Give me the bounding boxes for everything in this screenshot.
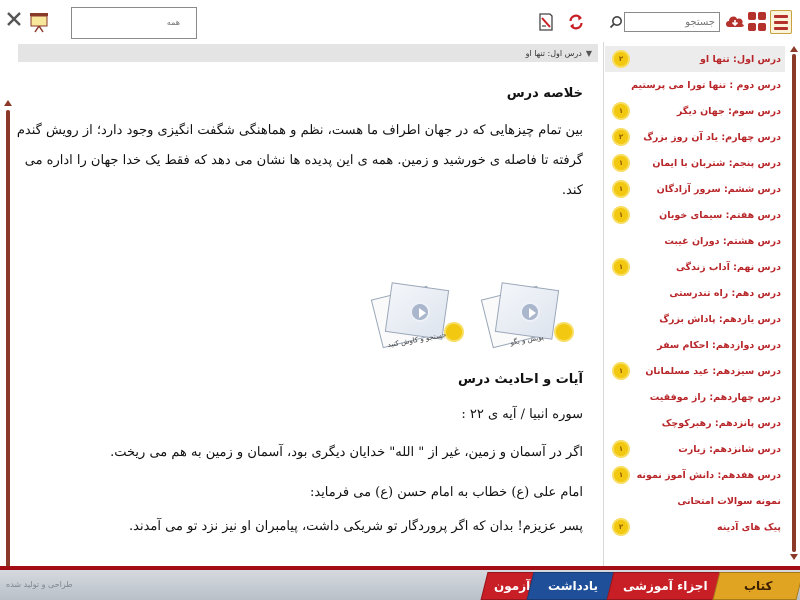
lesson-title: درس هفدهم: دانش آموز نمونه: [636, 469, 781, 481]
lesson-item[interactable]: درس شانزدهم: زیارت ۱: [605, 436, 785, 462]
apps-grid-icon[interactable]: [748, 11, 766, 31]
lesson-content-pane: ▼ درس اول: تنها او خلاصه درس بین تمام چی…: [0, 42, 604, 600]
tab-learning-parts[interactable]: اجزاء آموزشی: [606, 572, 724, 600]
search-icon[interactable]: [608, 13, 624, 31]
sun-badge-icon: ۱: [614, 468, 628, 482]
lesson-title: درس پانزدهم: رهبرکوچک: [661, 417, 781, 429]
lesson-item[interactable]: درس اول: تنها او ۲: [605, 46, 785, 72]
lesson-title: پیک های آدینه: [717, 521, 781, 533]
tab-book[interactable]: کتاب: [712, 572, 800, 600]
tab-notes[interactable]: یادداشت: [526, 572, 620, 600]
play-icon: [520, 302, 540, 322]
lesson-item[interactable]: درس دوم : تنها تورا می پرستیم: [605, 72, 785, 98]
sun-badge-icon: ۱: [614, 364, 628, 378]
lesson-title: درس هفتم: سیمای خوبان: [659, 209, 781, 221]
lesson-title: درس سیزدهم: عید مسلمانان: [645, 365, 781, 377]
hadith-intro: امام علی (ع) خطاب به امام حسن (ع) می فرم…: [309, 485, 583, 500]
verses-title: آیات و احادیث درس: [457, 372, 583, 387]
breadcrumb[interactable]: ▼ درس اول: تنها او: [18, 44, 598, 62]
close-icon[interactable]: [6, 10, 22, 28]
lesson-title: درس سوم: جهان دیگر: [676, 105, 781, 117]
lesson-item[interactable]: درس دهم: راه تندرستی: [605, 280, 785, 306]
summary-text: بین تمام چیزهایی که در جهان اطراف ما هست…: [16, 123, 583, 198]
lesson-title: درس دهم: راه تندرستی: [669, 287, 781, 299]
tab-book-label: کتاب: [743, 579, 773, 593]
lesson-item[interactable]: درس سیزدهم: عید مسلمانان ۱: [605, 358, 785, 384]
lesson-title: درس شانزدهم: زیارت: [678, 443, 781, 455]
bottom-stripe: [0, 566, 800, 570]
sun-badge-icon: ۲: [614, 52, 628, 66]
sun-badge-icon: ۱: [614, 104, 628, 118]
menu-icon[interactable]: [770, 10, 792, 34]
lesson-title: درس دوازدهم: احکام سفر: [657, 339, 781, 351]
sun-badge-icon: ۲: [614, 520, 628, 534]
lesson-list: درس اول: تنها او ۲ درس دوم : تنها تورا می…: [605, 42, 800, 566]
presentation-icon[interactable]: [28, 10, 50, 34]
lesson-title: درس هشتم: دوران غیبت: [664, 235, 781, 247]
refresh-icon[interactable]: [566, 11, 586, 33]
top-toolbar: همه: [0, 0, 800, 42]
lesson-title: نمونه سوالات امتحانی: [677, 495, 781, 507]
lesson-title: درس چهاردهم: راز موفقیت: [649, 391, 781, 403]
hadith-text: پسر عزیزم! بدان که اگر پروردگار تو شریکی…: [129, 519, 583, 534]
scroll-down-icon[interactable]: [790, 554, 798, 560]
sun-badge-icon: ۲: [614, 130, 628, 144]
bottom-tab-bar: طراحی و تولید شده آزمون یادداشت اجزاء آم…: [0, 566, 800, 600]
lesson-item[interactable]: درس نهم: آداب زندگی ۱: [605, 254, 785, 280]
lesson-list-scrollbar[interactable]: [790, 46, 798, 560]
summary-title: خلاصه درس: [506, 86, 583, 101]
scroll-up-icon[interactable]: [4, 100, 12, 106]
cloud-download-icon[interactable]: [724, 11, 746, 31]
breadcrumb-text: درس اول: تنها او: [525, 48, 582, 58]
media-card-search[interactable]: جستجو و کاوش کنید: [370, 278, 462, 356]
lesson-title: درس اول: تنها او: [699, 53, 781, 65]
sun-badge-icon: ۱: [614, 208, 628, 222]
lesson-item[interactable]: درس دوازدهم: احکام سفر: [605, 332, 785, 358]
lesson-title: درس یازدهم: پاداش بزرگ: [659, 313, 781, 325]
sun-badge-icon: ۱: [614, 260, 628, 274]
filter-dropdown[interactable]: همه: [71, 7, 197, 39]
lesson-title: درس چهارم: یاد آن روز بزرگ: [643, 131, 781, 143]
lesson-item[interactable]: درس هشتم: دوران غیبت: [605, 228, 785, 254]
bookmark-edit-icon[interactable]: [536, 11, 556, 33]
lesson-item[interactable]: درس یازدهم: پاداش بزرگ: [605, 306, 785, 332]
sun-badge-icon: ۱: [614, 442, 628, 456]
search-input[interactable]: [624, 12, 720, 32]
tab-exam-label: آزمون: [493, 579, 531, 593]
tab-parts-label: اجزاء آموزشی: [622, 579, 708, 593]
lesson-item[interactable]: درس ششم: سرور آزادگان ۱: [605, 176, 785, 202]
lesson-title: درس پنجم: شتربان با ایمان: [652, 157, 781, 169]
bottom-faint-text: طراحی و تولید شده: [6, 580, 73, 589]
lesson-item[interactable]: درس چهاردهم: راز موفقیت: [605, 384, 785, 410]
lesson-title: درس نهم: آداب زندگی: [675, 261, 781, 273]
play-icon: [410, 302, 430, 322]
collapse-triangle-icon[interactable]: ▼: [586, 49, 592, 58]
verse-text: اگر در آسمان و زمین، غیر از " الله" خدای…: [110, 445, 583, 460]
lesson-item[interactable]: درس پانزدهم: رهبرکوچک: [605, 410, 785, 436]
scroll-up-icon[interactable]: [790, 46, 798, 52]
lesson-scroll-thumb[interactable]: [792, 54, 796, 552]
lesson-title: درس ششم: سرور آزادگان: [656, 183, 781, 195]
sun-badge-icon: ۱: [614, 156, 628, 170]
lesson-item[interactable]: درس چهارم: یاد آن روز بزرگ ۲: [605, 124, 785, 150]
lesson-item[interactable]: درس هفدهم: دانش آموز نمونه ۱: [605, 462, 785, 488]
lesson-title: درس دوم : تنها تورا می پرستیم: [631, 79, 781, 91]
media-card-video[interactable]: پویش و بگو: [480, 278, 572, 356]
lesson-item[interactable]: درس پنجم: شتربان با ایمان ۱: [605, 150, 785, 176]
verse-reference: سوره انبیا / آیه ی ۲۲ :: [461, 407, 583, 422]
lesson-item[interactable]: پیک های آدینه ۲: [605, 514, 785, 540]
tab-notes-label: یادداشت: [548, 579, 598, 593]
lesson-item[interactable]: درس هفتم: سیمای خوبان ۱: [605, 202, 785, 228]
lesson-item[interactable]: نمونه سوالات امتحانی: [605, 488, 785, 514]
lesson-item[interactable]: درس سوم: جهان دیگر ۱: [605, 98, 785, 124]
filter-label: همه: [166, 18, 180, 27]
sun-badge-icon: ۱: [614, 182, 628, 196]
